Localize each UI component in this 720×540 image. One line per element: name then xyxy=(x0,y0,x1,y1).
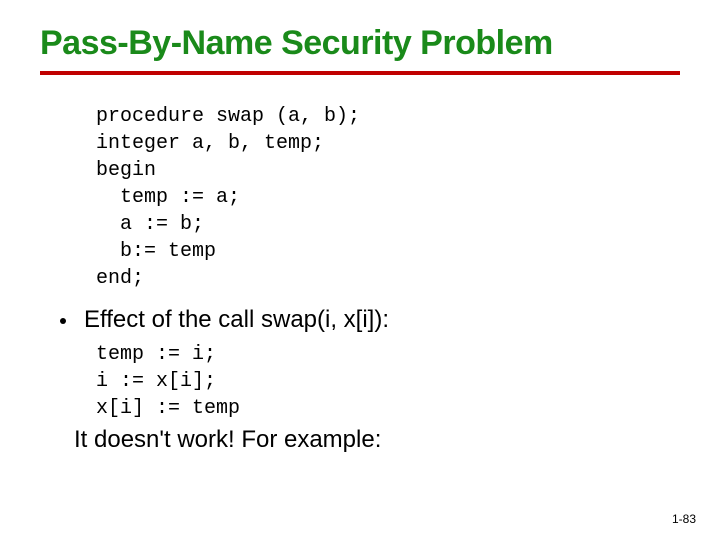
slide: Pass-By-Name Security Problem procedure … xyxy=(0,0,720,540)
title-rule xyxy=(40,71,680,75)
bullet-item: Effect of the call swap(i, x[i]): xyxy=(60,304,680,335)
conclusion-text: It doesn't work! For example: xyxy=(74,426,680,454)
code-procedure: procedure swap (a, b); integer a, b, tem… xyxy=(96,103,680,292)
slide-title: Pass-By-Name Security Problem xyxy=(40,24,680,63)
bullet-text: Effect of the call swap(i, x[i]): xyxy=(84,304,389,335)
bullet-dot-icon xyxy=(60,318,66,324)
code-effect: temp := i; i := x[i]; x[i] := temp xyxy=(96,341,680,422)
page-number: 1-83 xyxy=(672,512,696,526)
